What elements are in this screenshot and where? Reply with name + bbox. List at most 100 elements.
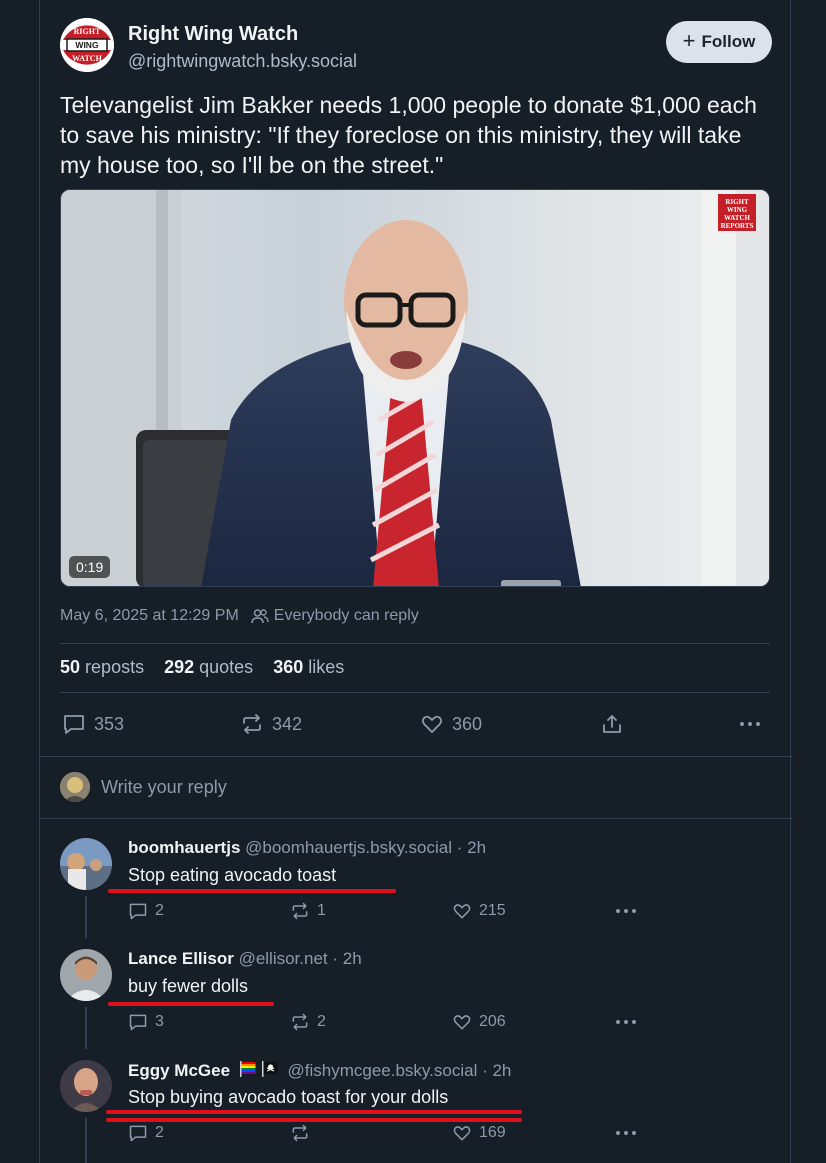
reply-author-handle[interactable]: @fishymcgee.bsky.social	[288, 1061, 478, 1080]
post-text: Televangelist Jim Bakker needs 1,000 peo…	[60, 92, 757, 178]
pirate-flag-icon	[261, 1061, 278, 1077]
plus-icon: +	[682, 28, 696, 53]
repost-icon	[292, 1013, 308, 1031]
reply-header: Eggy McGee @fishymcgee.bsky.social · 2h	[128, 1060, 511, 1081]
like-count: 206	[479, 1013, 506, 1030]
repost-button[interactable]: 2	[290, 1011, 326, 1033]
reposts-stat[interactable]: 50 reposts	[60, 657, 144, 678]
repost-count: 2	[317, 1013, 326, 1030]
reply-count: 353	[94, 713, 125, 734]
like-button[interactable]: 360	[420, 708, 482, 740]
repost-button[interactable]: 342	[240, 708, 302, 740]
share-icon	[603, 715, 621, 733]
author-name[interactable]: Right Wing Watch	[128, 23, 298, 46]
repost-count: 1	[317, 902, 326, 919]
like-button[interactable]: 169	[452, 1122, 506, 1144]
thread-line	[85, 1118, 87, 1163]
reply-button[interactable]: 353	[62, 708, 124, 740]
reply-icon	[64, 715, 84, 734]
repost-button[interactable]: 1	[290, 900, 326, 922]
like-count: 215	[479, 902, 506, 919]
reply-button[interactable]: 3	[128, 1011, 164, 1033]
heart-icon	[453, 1126, 471, 1141]
reply-time: · 2h	[332, 949, 362, 968]
reply-header: boomhauertjs @boomhauertjs.bsky.social ·…	[128, 838, 486, 858]
like-button[interactable]: 215	[452, 900, 506, 922]
divider	[40, 756, 792, 757]
reply-item[interactable]: Eggy McGee @fishymcgee.bsky.social · 2h …	[40, 1060, 792, 1163]
display-name-flags	[239, 1060, 279, 1078]
reply-input-placeholder[interactable]: Write your reply	[101, 777, 227, 798]
reply-permission-label: Everybody can reply	[273, 607, 419, 624]
quotes-label: quotes	[199, 657, 254, 677]
divider	[60, 692, 770, 693]
more-options-button[interactable]	[614, 900, 638, 922]
reply-author-name[interactable]: Eggy McGee	[128, 1061, 230, 1080]
author-handle[interactable]: @rightwingwatch.bsky.social	[128, 51, 357, 72]
post-header: RIGHT WING WATCH Right Wing Watch @right…	[60, 18, 772, 78]
post-actions: 353 342 360	[60, 708, 772, 740]
annotation-underline	[106, 1110, 522, 1114]
reply-avatar[interactable]	[60, 949, 112, 1001]
quotes-stat[interactable]: 292 quotes	[164, 657, 253, 678]
heart-icon	[421, 715, 443, 733]
reply-button[interactable]: 2	[128, 1122, 164, 1144]
reply-text: Stop eating avocado toast	[128, 865, 337, 885]
watermark-line-3: WATCH	[724, 214, 750, 222]
post-timestamp[interactable]: May 6, 2025 at 12:29 PM	[60, 607, 239, 625]
share-button[interactable]	[600, 708, 624, 740]
reply-icon	[129, 903, 147, 920]
reply-time: · 2h	[456, 838, 487, 857]
reply-header: Lance Ellisor @ellisor.net · 2h	[128, 949, 362, 969]
reply-text: buy fewer dolls	[128, 976, 249, 996]
video-thumbnail	[61, 190, 769, 586]
reply-permission: Everybody can reply	[251, 607, 419, 625]
more-options-button[interactable]	[614, 1122, 638, 1144]
engagement-stats: 50 reposts 292 quotes 360 likes	[60, 657, 344, 678]
reply-avatar[interactable]	[60, 1060, 112, 1112]
likes-stat[interactable]: 360 likes	[273, 657, 344, 678]
reply-author-handle[interactable]: @ellisor.net	[239, 949, 328, 968]
reply-author-name[interactable]: Lance Ellisor	[128, 949, 234, 968]
reply-author-name[interactable]: boomhauertjs	[128, 838, 240, 857]
divider	[60, 643, 770, 644]
likes-count: 360	[273, 657, 304, 677]
like-button[interactable]: 206	[452, 1011, 506, 1033]
watermark-line-1: RIGHT	[725, 198, 749, 206]
follow-label: Follow	[701, 32, 756, 51]
reply-item[interactable]: Lance Ellisor @ellisor.net · 2h buy fewe…	[40, 949, 792, 1049]
people-icon	[251, 609, 269, 624]
like-count: 360	[452, 713, 483, 734]
reply-composer[interactable]: Write your reply	[60, 771, 227, 803]
reply-button[interactable]: 2	[128, 900, 164, 922]
annotation-underline	[108, 1002, 274, 1006]
more-icon	[616, 1020, 636, 1024]
post-meta: May 6, 2025 at 12:29 PM Everybody can re…	[60, 607, 419, 625]
heart-icon	[453, 1015, 471, 1030]
reposts-label: reposts	[85, 657, 145, 677]
video-player[interactable]: RIGHT WING WATCH REPORTS 0:19	[60, 189, 770, 587]
reply-count: 2	[155, 1124, 164, 1141]
avatar-line-2: WING	[75, 40, 99, 50]
annotation-underline	[108, 889, 396, 893]
more-icon	[616, 909, 636, 913]
reply-author-handle[interactable]: @boomhauertjs.bsky.social	[245, 838, 452, 857]
current-user-avatar	[60, 772, 90, 802]
thread-line	[85, 896, 87, 938]
post-thread: RIGHT WING WATCH Right Wing Watch @right…	[39, 0, 792, 1163]
repost-icon	[292, 1124, 308, 1142]
author-avatar[interactable]: RIGHT WING WATCH	[60, 18, 114, 72]
rainbow-flag-icon	[239, 1061, 256, 1077]
repost-button[interactable]	[290, 1122, 317, 1144]
reply-avatar[interactable]	[60, 838, 112, 890]
like-count: 169	[479, 1124, 506, 1141]
quotes-count: 292	[164, 657, 195, 677]
thread-line	[85, 1007, 87, 1049]
more-options-button[interactable]	[738, 708, 762, 740]
divider	[40, 818, 792, 819]
reply-item[interactable]: boomhauertjs @boomhauertjs.bsky.social ·…	[40, 838, 792, 938]
repost-icon	[243, 714, 261, 734]
follow-button[interactable]: + Follow	[666, 21, 772, 63]
reply-icon	[129, 1125, 147, 1142]
more-options-button[interactable]	[614, 1011, 638, 1033]
